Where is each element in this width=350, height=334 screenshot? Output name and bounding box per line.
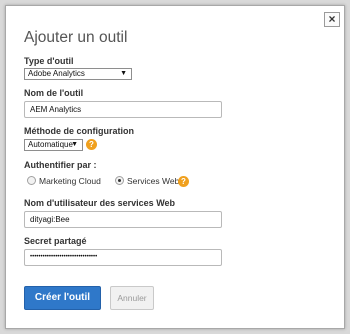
- add-tool-dialog: × Ajouter un outil Type d'outil Adobe An…: [5, 5, 345, 329]
- ws-username-label: Nom d'utilisateur des services Web: [24, 198, 176, 208]
- chevron-down-icon: ▼: [120, 70, 127, 77]
- dialog-title: Ajouter un outil: [24, 29, 128, 46]
- tool-name-input[interactable]: AEM Analytics: [24, 101, 222, 118]
- config-method-label: Méthode de configuration: [24, 126, 134, 136]
- tool-name-label: Nom de l'outil: [24, 88, 84, 98]
- help-icon[interactable]: ?: [86, 139, 97, 150]
- chevron-down-icon: ▼: [71, 141, 78, 148]
- tool-type-value: Adobe Analytics: [28, 69, 85, 78]
- ws-username-value: dityagi:Bee: [30, 215, 70, 224]
- radio-web-services-label: Services Web: [127, 176, 180, 186]
- shared-secret-value: ••••••••••••••••••••••••••••••••: [30, 254, 98, 260]
- tool-type-label: Type d'outil: [24, 56, 74, 66]
- radio-web-services[interactable]: [115, 176, 124, 185]
- auth-label: Authentifier par :: [24, 160, 97, 170]
- close-button[interactable]: ×: [324, 12, 340, 27]
- create-tool-button[interactable]: Créer l'outil: [24, 286, 101, 310]
- radio-marketing-cloud[interactable]: [27, 176, 36, 185]
- config-method-value: Automatique: [28, 140, 73, 149]
- config-method-select[interactable]: Automatique ▼: [24, 139, 83, 151]
- cancel-button[interactable]: Annuler: [110, 286, 154, 310]
- help-icon[interactable]: ?: [178, 176, 189, 187]
- close-icon: ×: [328, 12, 336, 26]
- radio-marketing-cloud-label: Marketing Cloud: [39, 176, 101, 186]
- tool-type-select[interactable]: Adobe Analytics ▼: [24, 68, 132, 80]
- shared-secret-input[interactable]: ••••••••••••••••••••••••••••••••: [24, 249, 222, 266]
- shared-secret-label: Secret partagé: [24, 236, 87, 246]
- tool-name-value: AEM Analytics: [30, 105, 82, 114]
- ws-username-input[interactable]: dityagi:Bee: [24, 211, 222, 228]
